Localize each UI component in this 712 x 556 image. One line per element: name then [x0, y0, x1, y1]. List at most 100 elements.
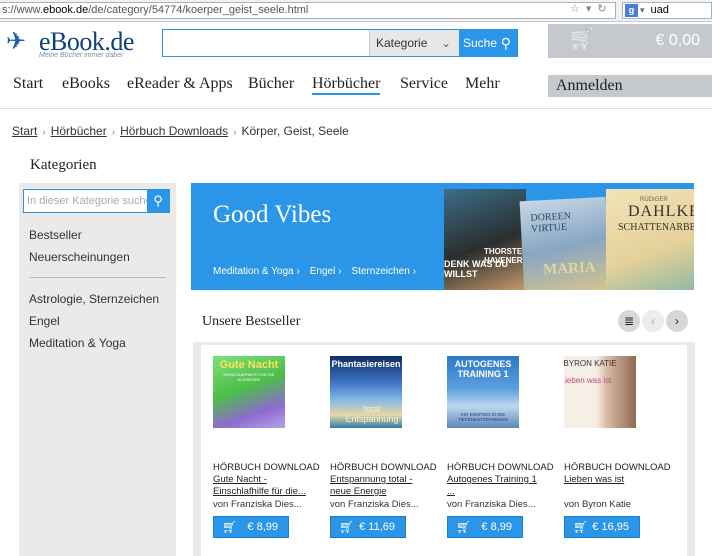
breadcrumb-start[interactable]: Start — [12, 124, 37, 138]
chevron-right-icon: › — [675, 314, 679, 328]
search-input[interactable] — [163, 30, 369, 56]
product-card: Phantasiereisen total Entspannung HÖRBUC… — [326, 345, 438, 556]
breadcrumb-separator-icon: › — [111, 127, 116, 138]
breadcrumb-hoerbuecher[interactable]: Hörbücher — [51, 124, 107, 138]
cart-button[interactable]: 🛒︎ 0 € 0,00 — [548, 24, 712, 58]
search-button-label: Suche — [463, 36, 498, 50]
bookmark-star-icon[interactable]: ☆ — [570, 3, 580, 15]
add-to-cart-button[interactable]: 🛒︎ € 11,69 — [330, 516, 406, 538]
list-view-icon: ≣ — [623, 314, 635, 328]
cart-total: € 0,00 — [655, 32, 700, 49]
sidebar-item-neuerscheinungen[interactable]: Neuerscheinungen — [29, 250, 130, 264]
logo-tagline: Meine Bücher immer dabei — [39, 52, 123, 59]
address-bar-icons: ☆ ▾ ↻ — [570, 2, 613, 15]
cover-title: Phantasiereisen — [331, 359, 401, 369]
add-to-cart-button[interactable]: 🛒︎ € 8,99 — [447, 516, 523, 538]
nav-item-ebooks[interactable]: eBooks — [62, 75, 110, 93]
cover-title: BYRON KATIE — [564, 359, 617, 368]
dropdown-arrow-icon[interactable]: ▾ — [586, 3, 592, 15]
promo-link-engel[interactable]: Engel › — [310, 266, 342, 277]
sidebar-divider — [29, 277, 166, 278]
promo-link-meditation-yoga[interactable]: Meditation & Yoga › — [213, 266, 300, 277]
product-type: HÖRBUCH DOWNLOAD — [447, 462, 554, 473]
product-author: von Byron Katie — [564, 499, 632, 510]
product-author: von Franziska Dies... — [330, 499, 419, 510]
product-cover[interactable]: Gute Nacht EINSCHLAFHILFE FÜR DIE KLEINS… — [213, 356, 285, 428]
breadcrumb-current: Körper, Geist, Seele — [241, 124, 349, 138]
promo-cover-havener[interactable]: THORSTEN HAVENER DENK WAS DU WILLST — [444, 189, 528, 290]
product-card: AUTOGENES TRAINING 1 IHR EINSTIEG IN DIE… — [443, 345, 555, 556]
product-type: HÖRBUCH DOWNLOAD — [564, 462, 671, 473]
promo-banner[interactable]: Good Vibes Meditation & Yoga › Engel › Ste… — [191, 183, 694, 290]
sidebar-item-astrologie[interactable]: Astrologie, Sternzeichen — [29, 292, 159, 306]
product-author: von Franziska Dies... — [213, 499, 302, 510]
nav-item-hoerbuecher[interactable]: Hörbücher — [312, 75, 381, 95]
breadcrumb-hoerbuch-downloads[interactable]: Hörbuch Downloads — [120, 124, 228, 138]
nav-item-mehr[interactable]: Mehr — [465, 75, 500, 93]
shopping-cart-icon: 🛒︎ — [339, 520, 355, 534]
product-cover[interactable]: BYRON KATIE Lieben was ist — [564, 356, 636, 428]
search-icon: ⚲ — [500, 35, 511, 51]
bestseller-carousel: Gute Nacht EINSCHLAFHILFE FÜR DIE KLEINS… — [193, 342, 695, 556]
product-title[interactable]: Gute Nacht - Einschlafhilfe für die... — [213, 474, 313, 498]
cover-subtitle: total Entspannung — [345, 404, 399, 424]
category-search-input[interactable] — [24, 190, 148, 212]
add-to-cart-button[interactable]: 🛒︎ € 8,99 — [213, 516, 289, 538]
promo-cover-author: DOREEN VIRTUE — [530, 210, 572, 235]
search-category-select[interactable]: Kategorie ⌄ — [369, 30, 459, 56]
breadcrumb: Start › Hörbücher › Hörbuch Downloads › Körper… — [12, 124, 349, 138]
site-search: Kategorie ⌄ Suche ⚲ — [162, 29, 518, 57]
product-price: € 11,69 — [359, 521, 395, 533]
promo-cover-dahlke[interactable]: RÜDIGER DAHLKE SCHATTENARBEIT — [606, 189, 694, 290]
search-button[interactable]: Suche ⚲ — [459, 30, 517, 56]
promo-links: Meditation & Yoga › Engel › Sternzeichen › — [213, 266, 426, 277]
cover-subtitle: EINSCHLAFHILFE FÜR DIE KLEINSTEN — [223, 372, 275, 382]
address-bar[interactable]: s://www.ebook.de/de/category/54774/koerp… — [0, 2, 616, 19]
promo-cover-title: DENK WAS DU WILLST — [444, 259, 509, 279]
add-to-cart-button[interactable]: 🛒︎ € 16,95 — [564, 516, 640, 538]
bestseller-title: Unsere Bestseller — [202, 314, 301, 329]
breadcrumb-separator-icon: › — [233, 127, 237, 138]
promo-link-sternzeichen[interactable]: Sternzeichen › — [351, 266, 415, 277]
category-search-button[interactable]: ⚲ — [147, 190, 169, 212]
sidebar-item-engel[interactable]: Engel — [29, 314, 60, 328]
cover-subtitle: IHR EINSTIEG IN DIE TIEFENENTSPANNUNG — [457, 412, 509, 422]
shopping-cart-icon: 🛒︎ — [456, 520, 472, 534]
browser-search-value: uad — [650, 4, 669, 16]
url-path: /de/category/54774/koerper_geist_seele.h… — [88, 4, 309, 16]
promo-cover-virtue[interactable]: DOREEN VIRTUE MARIA — [519, 196, 611, 290]
shopping-cart-icon: 🛒︎ — [222, 520, 238, 534]
nav-item-buecher[interactable]: Bücher — [248, 75, 294, 93]
nav-item-service[interactable]: Service — [400, 75, 448, 93]
product-title[interactable]: Autogenes Training 1 ... — [447, 474, 547, 498]
product-type: HÖRBUCH DOWNLOAD — [213, 462, 320, 473]
carousel-next-button[interactable]: › — [666, 310, 688, 332]
promo-cover-title: SCHATTENARBEIT — [618, 222, 694, 233]
product-cover[interactable]: Phantasiereisen total Entspannung — [330, 356, 402, 428]
shopping-cart-icon: 🛒︎ — [568, 26, 596, 51]
product-card: Gute Nacht EINSCHLAFHILFE FÜR DIE KLEINS… — [209, 345, 321, 556]
cover-title: Gute Nacht — [219, 359, 279, 371]
reload-icon[interactable]: ↻ — [597, 3, 606, 15]
search-engine-dropdown-icon[interactable]: ▾ — [640, 5, 645, 15]
nav-item-start[interactable]: Start — [13, 75, 43, 93]
login-button[interactable]: Anmelden — [548, 75, 712, 97]
nav-item-ereader-apps[interactable]: eReader & Apps — [127, 75, 233, 93]
sidebar-item-bestseller[interactable]: Bestseller — [29, 228, 82, 242]
promo-book-covers: THORSTEN HAVENER DENK WAS DU WILLST DORE… — [444, 189, 694, 290]
list-view-button[interactable]: ≣ — [618, 310, 640, 332]
browser-search-field[interactable]: g ▾ uad — [622, 2, 712, 19]
sidebar-item-meditation-yoga[interactable]: Meditation & Yoga — [29, 336, 126, 350]
product-title[interactable]: Entspannung total - neue Energie — [330, 474, 430, 498]
product-author: von Franziska Dies... — [447, 499, 536, 510]
site-logo[interactable]: ✈ eBook.de Meine Bücher immer dabei — [6, 25, 156, 61]
product-price: € 8,99 — [247, 521, 278, 533]
product-title[interactable]: Lieben was ist — [564, 474, 664, 486]
bestseller-list: Gute Nacht EINSCHLAFHILFE FÜR DIE KLEINS… — [201, 345, 687, 556]
chevron-left-icon: ‹ — [651, 314, 655, 328]
category-sidebar: ⚲ Bestseller Neuerscheinungen Astrologie… — [19, 183, 176, 556]
carousel-prev-button[interactable]: ‹ — [642, 310, 664, 332]
product-cover[interactable]: AUTOGENES TRAINING 1 IHR EINSTIEG IN DIE… — [447, 356, 519, 428]
breadcrumb-separator-icon: › — [42, 127, 46, 138]
url-domain: ebook.de — [42, 4, 89, 16]
